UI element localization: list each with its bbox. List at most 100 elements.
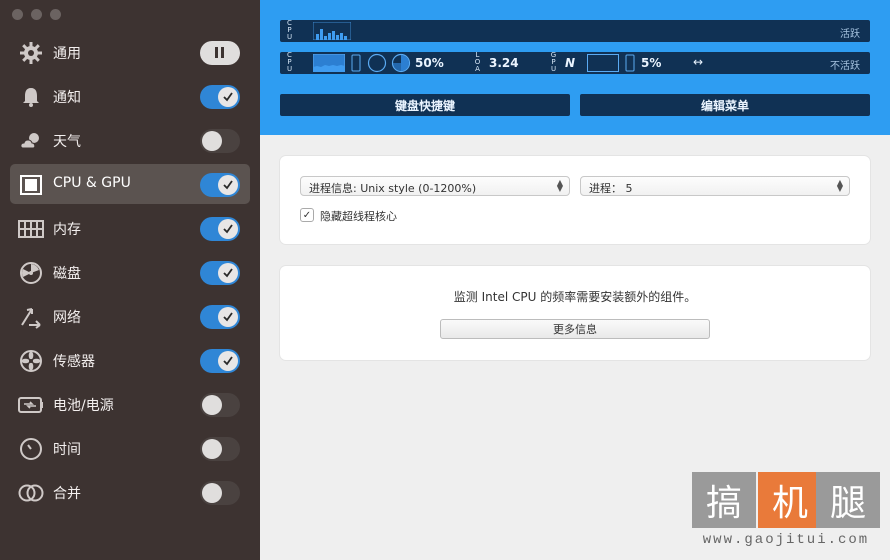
intel-frequency-panel: 监测 Intel CPU 的频率需要安装额外的组件。 更多信息: [280, 266, 870, 360]
load-vertical-label: LOA: [474, 51, 481, 73]
sidebar-item-cpu-gpu[interactable]: CPU & GPU: [10, 164, 250, 204]
load-value: 3.24: [489, 56, 519, 70]
time-toggle[interactable]: [200, 437, 240, 461]
cpu-percent-value: 50%: [415, 56, 444, 70]
cpu-graph-block: [313, 54, 345, 72]
process-count-select[interactable]: 进程： 5 ▲ ▼: [580, 176, 850, 196]
checkmark-icon: [218, 175, 238, 195]
weather-toggle[interactable]: [200, 129, 240, 153]
bell-icon: [18, 84, 44, 110]
resize-horizontal-icon[interactable]: ↔: [693, 55, 703, 69]
select-value: 进程信息: Unix style (0-1200%): [309, 182, 477, 195]
inactive-status-label: 不活跃: [830, 61, 860, 72]
active-status-label: 活跃: [840, 29, 860, 40]
minimize-window-button[interactable]: [31, 9, 42, 20]
sidebar-item-label: 通用: [53, 46, 81, 62]
weather-icon: [18, 128, 44, 154]
hide-hyperthreading-checkbox[interactable]: ✓: [300, 208, 314, 222]
sidebar: 通用 通知 天气 CPU & GPU 内存 磁盘 网络 传感器 电池/电源 时间…: [0, 0, 260, 560]
watermark-char: 机: [758, 472, 822, 528]
keyboard-shortcut-button[interactable]: 键盘快捷键: [280, 94, 570, 116]
watermark-char: 搞: [692, 472, 756, 528]
toggle-knob: [202, 395, 222, 415]
sidebar-item-weather[interactable]: 天气: [10, 120, 250, 160]
sidebar-item-label: CPU & GPU: [53, 175, 131, 191]
sidebar-item-combine[interactable]: 合并: [10, 472, 250, 512]
sidebar-item-disk[interactable]: 磁盘: [10, 252, 250, 292]
pause-icon: [215, 47, 224, 58]
sidebar-item-general[interactable]: 通用: [10, 32, 250, 72]
watermark: 搞 机 腿 www.gaojitui.com: [692, 472, 880, 552]
menubar-preview-header: CPU 活跃 CPU 50% LOA 3.24 GPU N 5% ↔ 不活跃 键…: [260, 0, 890, 135]
cpu-pie-half: [391, 53, 411, 73]
cpu-pie-empty: [367, 53, 387, 73]
checkmark-icon: [218, 351, 238, 371]
process-info-select[interactable]: 进程信息: Unix style (0-1200%) ▲ ▼: [300, 176, 570, 196]
sidebar-item-memory[interactable]: 内存: [10, 208, 250, 248]
more-info-button[interactable]: 更多信息: [440, 319, 710, 339]
gear-icon: [18, 40, 44, 66]
network-arrows-icon: [18, 304, 44, 330]
toggle-knob: [202, 439, 222, 459]
active-menubar-preview[interactable]: CPU 活跃: [280, 20, 870, 42]
sidebar-item-label: 传感器: [53, 354, 95, 370]
battery-toggle[interactable]: [200, 393, 240, 417]
inactive-menubar-preview[interactable]: CPU 50% LOA 3.24 GPU N 5% ↔ 不活跃: [280, 52, 870, 74]
checkmark-icon: [218, 87, 238, 107]
cpu-vertical-label: CPU: [286, 19, 293, 41]
checkmark-icon: [218, 307, 238, 327]
sidebar-item-label: 网络: [53, 310, 81, 326]
sidebar-item-battery[interactable]: 电池/电源: [10, 384, 250, 424]
close-window-button[interactable]: [12, 9, 23, 20]
gpu-graph-block: [587, 54, 619, 72]
gpu-percent-value: 5%: [641, 56, 662, 70]
memory-toggle[interactable]: [200, 217, 240, 241]
sidebar-item-network[interactable]: 网络: [10, 296, 250, 336]
gpu-bar-meter: [625, 54, 635, 72]
sidebar-item-label: 时间: [53, 442, 81, 458]
cpu-icon: [18, 172, 44, 198]
sidebar-item-label: 合并: [53, 486, 81, 502]
select-value: 进程： 5: [589, 182, 633, 195]
checkmark-icon: [218, 263, 238, 283]
intel-frequency-notice: 监测 Intel CPU 的频率需要安装额外的组件。: [453, 290, 697, 304]
watermark-char: 腿: [816, 472, 880, 528]
sidebar-item-label: 内存: [53, 222, 81, 238]
window-controls: [12, 9, 61, 20]
merge-rings-icon: [18, 480, 44, 506]
battery-icon: [18, 392, 44, 418]
sidebar-item-time[interactable]: 时间: [10, 428, 250, 468]
checkmark-icon: [218, 219, 238, 239]
sidebar-item-sensors[interactable]: 传感器: [10, 340, 250, 380]
toggle-knob: [202, 131, 222, 151]
sidebar-item-label: 磁盘: [53, 266, 81, 282]
sensors-toggle[interactable]: [200, 349, 240, 373]
hide-hyperthreading-label: 隐藏超线程核心: [320, 210, 397, 223]
gpu-vertical-label: GPU: [550, 51, 557, 73]
notifications-toggle[interactable]: [200, 85, 240, 109]
combine-toggle[interactable]: [200, 481, 240, 505]
checkmark-icon: ✓: [302, 209, 312, 221]
sidebar-item-label: 电池/电源: [53, 398, 114, 414]
cpu-gpu-toggle[interactable]: [200, 173, 240, 197]
watermark-url: www.gaojitui.com: [702, 532, 870, 548]
sidebar-item-notifications[interactable]: 通知: [10, 76, 250, 116]
sidebar-item-label: 天气: [53, 134, 81, 150]
cpu-history-graph: [313, 22, 351, 40]
disk-toggle[interactable]: [200, 261, 240, 285]
fan-icon: [18, 348, 44, 374]
cpu-vertical-label: CPU: [286, 51, 293, 73]
nvidia-gpu-symbol: N: [565, 56, 576, 70]
disk-icon: [18, 260, 44, 286]
chevron-up-down-icon: ▲ ▼: [836, 178, 843, 193]
process-settings-panel: 进程信息: Unix style (0-1200%) ▲ ▼ 进程： 5 ▲ ▼ ✓…: [280, 156, 870, 244]
cpu-bar-meter: [351, 54, 361, 72]
edit-menu-button[interactable]: 编辑菜单: [580, 94, 870, 116]
network-toggle[interactable]: [200, 305, 240, 329]
pause-toggle[interactable]: [200, 41, 240, 65]
chevron-up-down-icon: ▲ ▼: [556, 178, 563, 193]
zoom-window-button[interactable]: [50, 9, 61, 20]
toggle-knob: [202, 483, 222, 503]
memory-icon: [18, 216, 44, 242]
sidebar-item-label: 通知: [53, 90, 81, 106]
